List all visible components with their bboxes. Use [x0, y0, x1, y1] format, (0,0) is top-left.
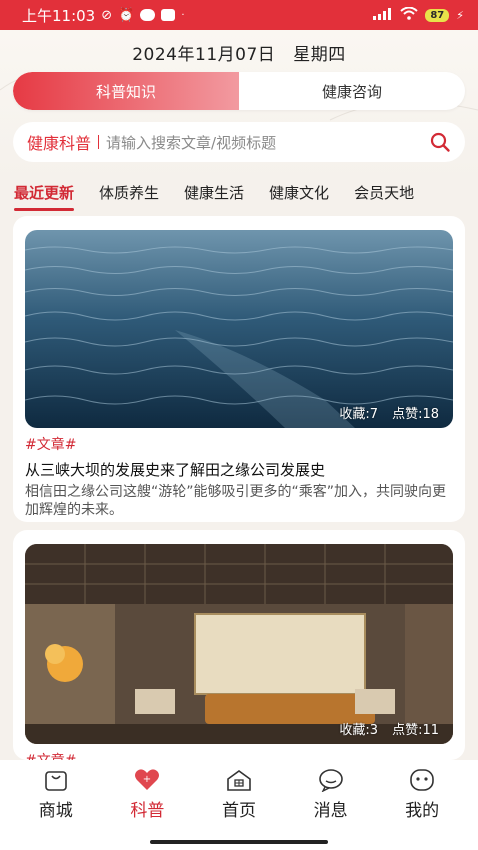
- likes-count: 点赞:18: [392, 407, 439, 422]
- article-tag: #文章#: [25, 750, 453, 760]
- battery-indicator: 87: [425, 8, 450, 22]
- article-tag: #文章#: [25, 437, 77, 453]
- wifi-icon: [400, 6, 419, 23]
- category-tabs: 最近更新 体质养生 健康生活 健康文化 会员天地: [0, 180, 478, 211]
- article-description: 相信田之缘公司这艘“游轮”能够吸引更多的“乘客”加入，共同驶向更加辉煌的未来。: [25, 484, 447, 518]
- category-recent[interactable]: 最近更新: [14, 182, 75, 211]
- status-bar: 上午11:03 ⊘ ⏰ · 87 ⚡: [0, 0, 478, 30]
- message-notification-icon: [161, 9, 176, 21]
- charging-icon: ⚡: [456, 8, 464, 22]
- category-member[interactable]: 会员天地: [354, 182, 414, 203]
- heart-icon: +: [135, 769, 160, 790]
- article-title[interactable]: 从三峡大坝的发展史来了解田之缘公司发展史: [25, 459, 453, 480]
- article-card[interactable]: 收藏:7 点赞:18 #文章# 从三峡大坝的发展史来了解田之缘公司发展史 相信田之…: [13, 216, 465, 522]
- category-health-life[interactable]: 健康生活: [184, 182, 244, 203]
- dot-icon: ·: [181, 9, 185, 21]
- bottom-navigation: 商城 + 科普 首页 消息 我的: [0, 760, 478, 850]
- nav-home[interactable]: 首页: [193, 768, 285, 850]
- article-thumbnail-hotel[interactable]: 收藏:3 点赞:11: [25, 544, 453, 744]
- message-icon: [318, 769, 343, 792]
- shop-bag-icon: [44, 771, 67, 791]
- nav-label: 首页: [221, 801, 256, 821]
- do-not-disturb-icon: ⊘: [101, 7, 113, 23]
- date-row: 2024年11月07日 星期四: [0, 40, 478, 65]
- current-date: 2024年11月07日: [132, 45, 276, 65]
- signal-icon: [373, 7, 393, 23]
- article-card[interactable]: 收藏:3 点赞:11 #文章#: [13, 530, 465, 760]
- search-prefix: 健康科普: [27, 134, 92, 153]
- tab-science-knowledge[interactable]: 科普知识: [13, 72, 239, 110]
- favorites-count: 收藏:7: [339, 407, 379, 422]
- likes-count: 点赞:11: [392, 723, 439, 738]
- article-stats: 收藏:3 点赞:11: [339, 719, 439, 738]
- article-stats: 收藏:7 点赞:18: [339, 403, 439, 422]
- search-bar[interactable]: 健康科普 请输入搜索文章/视频标题: [13, 122, 465, 162]
- favorites-count: 收藏:3: [339, 723, 379, 738]
- nav-label: 我的: [405, 801, 440, 821]
- status-right: 87 ⚡: [373, 6, 464, 23]
- home-indicator[interactable]: [150, 840, 328, 844]
- nav-label: 科普: [130, 801, 165, 821]
- nav-label: 商城: [38, 801, 73, 821]
- nav-science[interactable]: + 科普: [102, 768, 194, 850]
- search-icon[interactable]: [429, 131, 451, 153]
- tab-health-consult[interactable]: 健康咨询: [239, 72, 465, 110]
- nav-profile[interactable]: 我的: [376, 768, 468, 850]
- category-health-culture[interactable]: 健康文化: [269, 182, 329, 203]
- nav-messages[interactable]: 消息: [285, 768, 377, 850]
- nav-label: 消息: [313, 801, 348, 821]
- status-time: 上午11:03: [22, 6, 96, 25]
- alarm-icon: ⏰: [118, 7, 135, 23]
- top-tabs: 科普知识 健康咨询: [13, 72, 465, 110]
- current-weekday: 星期四: [293, 45, 346, 65]
- home-icon: [227, 770, 251, 791]
- search-divider: [98, 135, 100, 149]
- search-input[interactable]: 请输入搜索文章/视频标题: [106, 132, 429, 153]
- wechat-icon: [140, 9, 156, 21]
- category-constitution[interactable]: 体质养生: [99, 182, 159, 203]
- profile-icon: [410, 769, 434, 791]
- nav-shop[interactable]: 商城: [10, 768, 102, 850]
- svg-text:+: +: [143, 774, 151, 785]
- article-thumbnail-water[interactable]: 收藏:7 点赞:18: [25, 230, 453, 428]
- status-left: 上午11:03 ⊘ ⏰ ·: [22, 5, 185, 26]
